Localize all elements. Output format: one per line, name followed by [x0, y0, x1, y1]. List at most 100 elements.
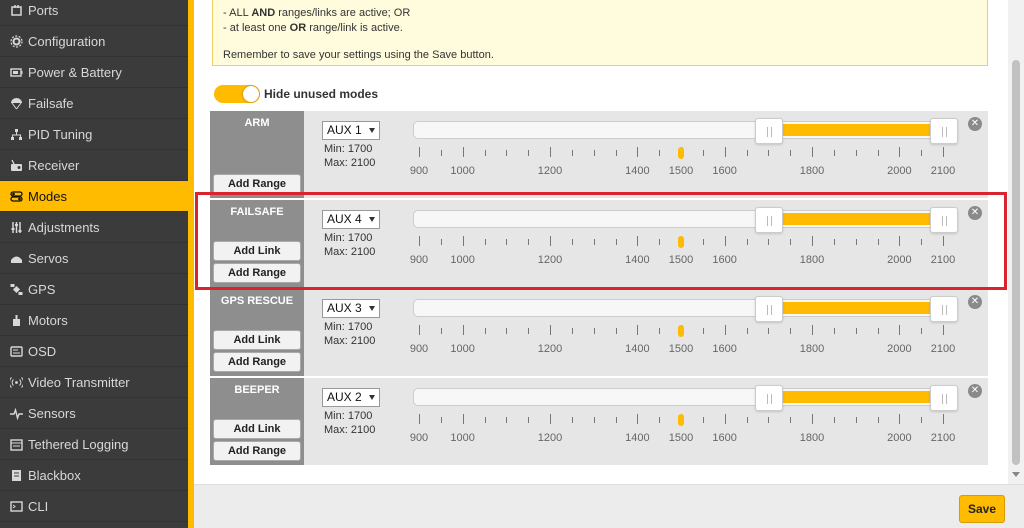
range-min-label: Min: 1700	[324, 410, 373, 422]
range-max-handle[interactable]	[930, 385, 958, 411]
sidebar-item-modes[interactable]: Modes	[0, 181, 188, 212]
range-min-label: Min: 1700	[324, 143, 373, 155]
sidebar-item-osd[interactable]: OSD	[0, 336, 188, 367]
scale-tick	[419, 414, 420, 424]
scale-tick	[790, 328, 792, 334]
scale-tick	[528, 417, 530, 423]
scale-tick-label: 1000	[450, 432, 475, 444]
sidebar-item-label: GPS	[28, 281, 56, 297]
scale-tick	[440, 417, 442, 423]
sidebar-item-failsafe[interactable]: Failsafe	[0, 88, 188, 119]
scale-tick	[833, 417, 835, 423]
scale-tick	[637, 414, 639, 424]
sidebar-item-label: Adjustments	[28, 219, 100, 235]
scale-tick	[921, 150, 923, 156]
sidebar-item-power-battery[interactable]: Power & Battery	[0, 57, 188, 88]
sidebar-item-sensors[interactable]: Sensors	[0, 398, 188, 429]
sidebar-item-gps[interactable]: GPS	[0, 274, 188, 305]
sidebar-item-label: Blackbox	[28, 467, 81, 483]
sidebar-item-motors[interactable]: Motors	[0, 305, 188, 336]
scale-tick	[593, 417, 595, 423]
save-button[interactable]: Save	[959, 495, 1005, 523]
scale-tick-label: 2000	[887, 165, 912, 177]
scale-tick-label: 1600	[712, 432, 737, 444]
scrollbar[interactable]	[1008, 0, 1024, 484]
hide-unused-modes-row: Hide unused modes	[214, 85, 378, 103]
scale-tick	[746, 417, 748, 423]
range-min-handle[interactable]	[755, 296, 784, 322]
add-range-button[interactable]: Add Range	[213, 441, 301, 461]
scale-tick-label: 1500	[668, 432, 694, 444]
sidebar-item-tethered-logging[interactable]: Tethered Logging	[0, 429, 188, 460]
scale-tick	[877, 417, 879, 423]
scale-tick	[812, 325, 813, 335]
range-min-handle[interactable]	[755, 385, 784, 411]
range-max-handle[interactable]	[930, 118, 958, 144]
sidebar-item-video-transmitter[interactable]: Video Transmitter	[0, 367, 188, 398]
sidebar-item-receiver[interactable]: Receiver	[0, 150, 188, 181]
sidebar-item-label: Video Transmitter	[28, 374, 130, 390]
aux-channel-select[interactable]: AUX 3	[322, 299, 380, 318]
range-slider[interactable]	[413, 385, 958, 411]
hide-unused-modes-toggle[interactable]	[214, 85, 260, 103]
scale-tick	[506, 150, 508, 156]
mode-name: ARM	[244, 117, 270, 129]
receiver-icon	[0, 159, 26, 172]
scale-tick-label: 900	[409, 432, 429, 444]
scale-tick	[506, 417, 508, 423]
remove-range-icon[interactable]: ✕	[968, 384, 982, 398]
mode-row-gps-rescue: GPS RESCUE Add Link Add Range AUX 3 Min: 170…	[210, 289, 988, 376]
scale-tick	[899, 147, 901, 157]
sidebar-item-ports[interactable]: Ports	[0, 0, 188, 26]
pid-tuning-icon	[0, 128, 26, 141]
sidebar-item-adjustments[interactable]: Adjustments	[0, 212, 188, 243]
scale-tick	[768, 150, 770, 156]
range-slider[interactable]	[413, 118, 958, 144]
add-link-button[interactable]: Add Link	[213, 330, 301, 350]
scale-tick	[702, 417, 704, 423]
remove-range-icon[interactable]: ✕	[968, 117, 982, 131]
scale-tick	[419, 147, 420, 157]
sidebar-item-configuration[interactable]: Configuration	[0, 26, 188, 57]
scale-tick-label: 1000	[450, 343, 475, 355]
note-line-and: - ALL AND ranges/links are active; OR	[223, 7, 411, 19]
range-slider-fill	[769, 391, 944, 403]
scale-tick-label: 2100	[930, 432, 956, 444]
mode-row-beeper: BEEPER Add Link Add Range AUX 2 Min: 1700 Max…	[210, 378, 988, 465]
servo-icon	[0, 252, 26, 265]
sidebar-item-blackbox[interactable]: Blackbox	[0, 460, 188, 491]
sidebar-item-pid-tuning[interactable]: PID Tuning	[0, 119, 188, 150]
hide-unused-modes-label: Hide unused modes	[264, 87, 379, 101]
sidebar-item-label: Ports	[28, 2, 59, 18]
battery-icon	[0, 66, 26, 79]
aux-channel-select[interactable]: AUX 2	[322, 388, 380, 407]
scale-tick	[550, 147, 551, 157]
scale-tick	[528, 328, 530, 334]
range-max-handle[interactable]	[930, 296, 958, 322]
range-max-label: Max: 2100	[324, 157, 376, 169]
scale-tick	[659, 328, 661, 334]
scale-tick	[484, 328, 486, 334]
sidebar-item-label: Power & Battery	[28, 64, 122, 80]
sidebar-item-cli[interactable]: CLI	[0, 491, 188, 522]
add-link-button[interactable]: Add Link	[213, 419, 301, 439]
scale-tick	[462, 414, 464, 424]
add-range-button[interactable]: Add Range	[213, 174, 301, 194]
remove-range-icon[interactable]: ✕	[968, 295, 982, 309]
scale-tick	[855, 150, 857, 156]
range-max-label: Max: 2100	[324, 335, 376, 347]
scale-tick	[419, 325, 420, 335]
scale-tick-label: 1600	[712, 343, 737, 355]
channel-position-marker	[678, 325, 684, 337]
scroll-thumb[interactable]	[1012, 60, 1020, 465]
ports-icon	[0, 4, 26, 17]
scale-tick	[593, 150, 595, 156]
channel-position-marker	[678, 414, 684, 426]
add-range-button[interactable]: Add Range	[213, 352, 301, 372]
aux-channel-select[interactable]: AUX 1	[322, 121, 380, 140]
scroll-down-arrow[interactable]	[1012, 472, 1020, 477]
sidebar-item-servos[interactable]: Servos	[0, 243, 188, 274]
range-slider[interactable]	[413, 296, 958, 322]
range-min-handle[interactable]	[755, 118, 784, 144]
toggle-knob	[243, 86, 259, 102]
